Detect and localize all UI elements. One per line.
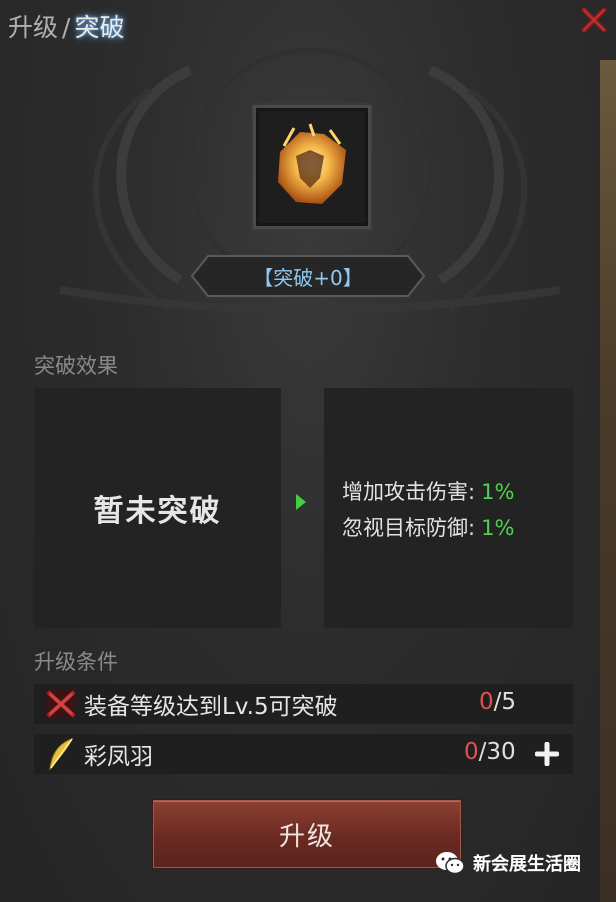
plus-icon (535, 742, 559, 766)
feather-icon[interactable] (42, 736, 80, 772)
effect-attack-damage-value: 1% (481, 480, 515, 504)
breakthrough-level-text: 【突破+0】 (253, 265, 363, 290)
condition-level-current: 0 (479, 689, 494, 715)
watermark-text: 新会展生活圈 (473, 854, 581, 875)
watermark: 新会展生活圈 (435, 850, 581, 876)
effect-ignore-defense-value: 1% (481, 516, 515, 540)
condition-row-level: 装备等级达到Lv.5可突破 0/5 (34, 684, 573, 724)
conditions-section-title: 升级条件 (34, 650, 118, 674)
background-strip (600, 60, 616, 902)
condition-level-label: 装备等级达到Lv.5可突破 (84, 694, 338, 720)
upgrade-button[interactable]: 升级 (153, 800, 461, 868)
add-material-button[interactable] (533, 740, 561, 768)
arrow-right-icon (296, 494, 306, 510)
condition-material-count: 0/30 (464, 739, 516, 765)
effect-ignore-defense: 忽视目标防御: 1% (342, 512, 514, 542)
condition-material-total: /30 (478, 739, 516, 765)
condition-level-total: /5 (493, 689, 517, 715)
equipment-slot[interactable] (253, 105, 371, 229)
breakthrough-level-badge: 【突破+0】 (190, 254, 426, 298)
wechat-icon (436, 852, 465, 875)
crossed-swords-icon (42, 686, 80, 722)
condition-row-material: 彩凤羽 0/30 (34, 734, 573, 774)
current-effect-box: 暂未突破 (34, 388, 281, 628)
effect-ignore-defense-label: 忽视目标防御: (342, 516, 476, 540)
effect-section-title: 突破效果 (34, 354, 118, 378)
flaming-armor-icon (278, 123, 346, 204)
effect-attack-damage: 增加攻击伤害: 1% (342, 476, 514, 506)
close-icon (581, 7, 607, 33)
condition-material-label: 彩凤羽 (84, 744, 153, 770)
current-effect-text: 暂未突破 (93, 494, 222, 529)
close-button[interactable] (580, 6, 608, 34)
next-effect-box: 增加攻击伤害: 1% 忽视目标防御: 1% (324, 388, 573, 628)
condition-material-current: 0 (464, 739, 479, 765)
breakthrough-panel: 升级 / 突破 【突破+0】 突破效果 暂未突破 增加攻击伤害: 1% 忽视目标… (0, 0, 616, 902)
condition-level-count: 0/5 (479, 689, 516, 715)
effect-attack-damage-label: 增加攻击伤害: (342, 480, 476, 504)
